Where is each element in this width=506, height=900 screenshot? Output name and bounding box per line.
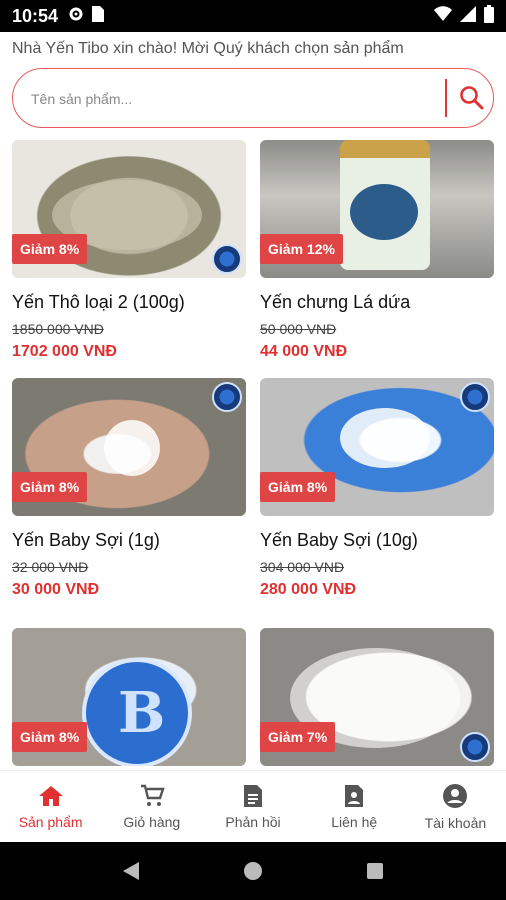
discount-badge: Giảm 7% (260, 722, 336, 752)
search-bar (12, 68, 494, 128)
system-nav-bar (0, 842, 506, 900)
product-name: Yến Thô loại 2 (100g) (12, 292, 185, 312)
recents-icon[interactable] (365, 861, 385, 881)
nav-item-account[interactable]: Tài khoản (405, 771, 506, 842)
search-divider (445, 79, 447, 117)
product-name: Yến Baby Sợi (1g) (12, 530, 160, 550)
new-price: 280 000 VNĐ (260, 581, 357, 598)
product-card[interactable]: Giảm 8% Yến Thô loại 2 (100g) 1850 000 V… (12, 140, 246, 361)
status-time: 10:54 (12, 5, 59, 26)
discount-badge: Giảm 8% (12, 722, 88, 752)
battery-icon (484, 4, 494, 28)
home-circle-icon[interactable] (242, 860, 264, 882)
nav-label: Sản phẩm (18, 813, 83, 830)
status-bar: 10:54 (0, 0, 506, 32)
product-image: Giảm 8% (12, 140, 246, 278)
product-name: Yến Baby Sợi (10g) (260, 530, 418, 550)
brand-logo (212, 382, 242, 412)
discount-badge: Giảm 8% (260, 472, 336, 502)
new-price: 1702 000 VNĐ (12, 343, 117, 360)
product-image: Giảm 8% (12, 378, 246, 516)
nav-label: Phản hồi (225, 813, 281, 830)
product-card[interactable]: Giảm 12% Yến chưng Lá dứa 50 000 VNĐ 44 … (260, 140, 494, 361)
product-card[interactable]: Giảm 8% Yến Baby Sợi (1g) 32 000 VNĐ 30 … (12, 378, 246, 599)
product-image: Giảm 12% (260, 140, 494, 278)
brand-logo (460, 382, 490, 412)
product-card[interactable]: Giảm 8% (12, 628, 246, 766)
search-input[interactable] (31, 87, 431, 111)
discount-badge: Giảm 8% (12, 472, 88, 502)
nav-item-feedback[interactable]: Phản hồi (202, 771, 303, 842)
product-grid: Giảm 8% Yến Thô loại 2 (100g) 1850 000 V… (0, 138, 506, 770)
product-card[interactable]: Giảm 8% Yến Baby Sợi (10g) 304 000 VNĐ 2… (260, 378, 494, 599)
brand-logo (212, 244, 242, 274)
new-price: 44 000 VNĐ (260, 343, 348, 360)
discount-badge: Giảm 8% (12, 234, 88, 264)
greeting-text: Nhà Yến Tibo xin chào! Mời Quý khách chọ… (12, 40, 404, 57)
nav-label: Giỏ hàng (123, 813, 181, 830)
product-card[interactable]: Giảm 7% (260, 628, 494, 766)
old-price: 304 000 VNĐ (260, 559, 345, 575)
settings-icon (68, 6, 84, 27)
old-price: 50 000 VNĐ (260, 321, 337, 337)
old-price: 32 000 VNĐ (12, 559, 89, 575)
nav-item-contact[interactable]: Liên hệ (304, 771, 405, 842)
nav-label: Tài khoản (424, 814, 487, 831)
product-name: Yến chưng Lá dứa (260, 292, 411, 312)
brand-logo (460, 732, 490, 762)
account-icon (443, 783, 468, 808)
old-price: 1850 000 VNĐ (12, 321, 104, 337)
nav-item-cart[interactable]: Giỏ hàng (101, 771, 202, 842)
document-icon (244, 784, 262, 807)
back-icon[interactable] (121, 860, 141, 882)
nav-item-products[interactable]: Sản phẩm (0, 771, 101, 842)
product-image: Giảm 8% (260, 378, 494, 516)
search-icon (460, 86, 484, 110)
contact-icon (345, 784, 364, 807)
product-image: Giảm 8% (12, 628, 246, 766)
discount-badge: Giảm 12% (260, 234, 343, 264)
bottom-nav: Sản phẩm Giỏ hàng Phản hồi Liên hệ Tài k… (0, 770, 506, 842)
signal-icon (460, 5, 476, 27)
cart-icon (140, 784, 165, 806)
sim-card-icon (92, 5, 105, 27)
product-image: Giảm 7% (260, 628, 494, 766)
search-button[interactable] (453, 79, 491, 117)
home-icon (38, 785, 63, 806)
new-price: 30 000 VNĐ (12, 581, 100, 598)
wifi-icon (434, 5, 452, 27)
nav-label: Liên hệ (331, 813, 378, 830)
